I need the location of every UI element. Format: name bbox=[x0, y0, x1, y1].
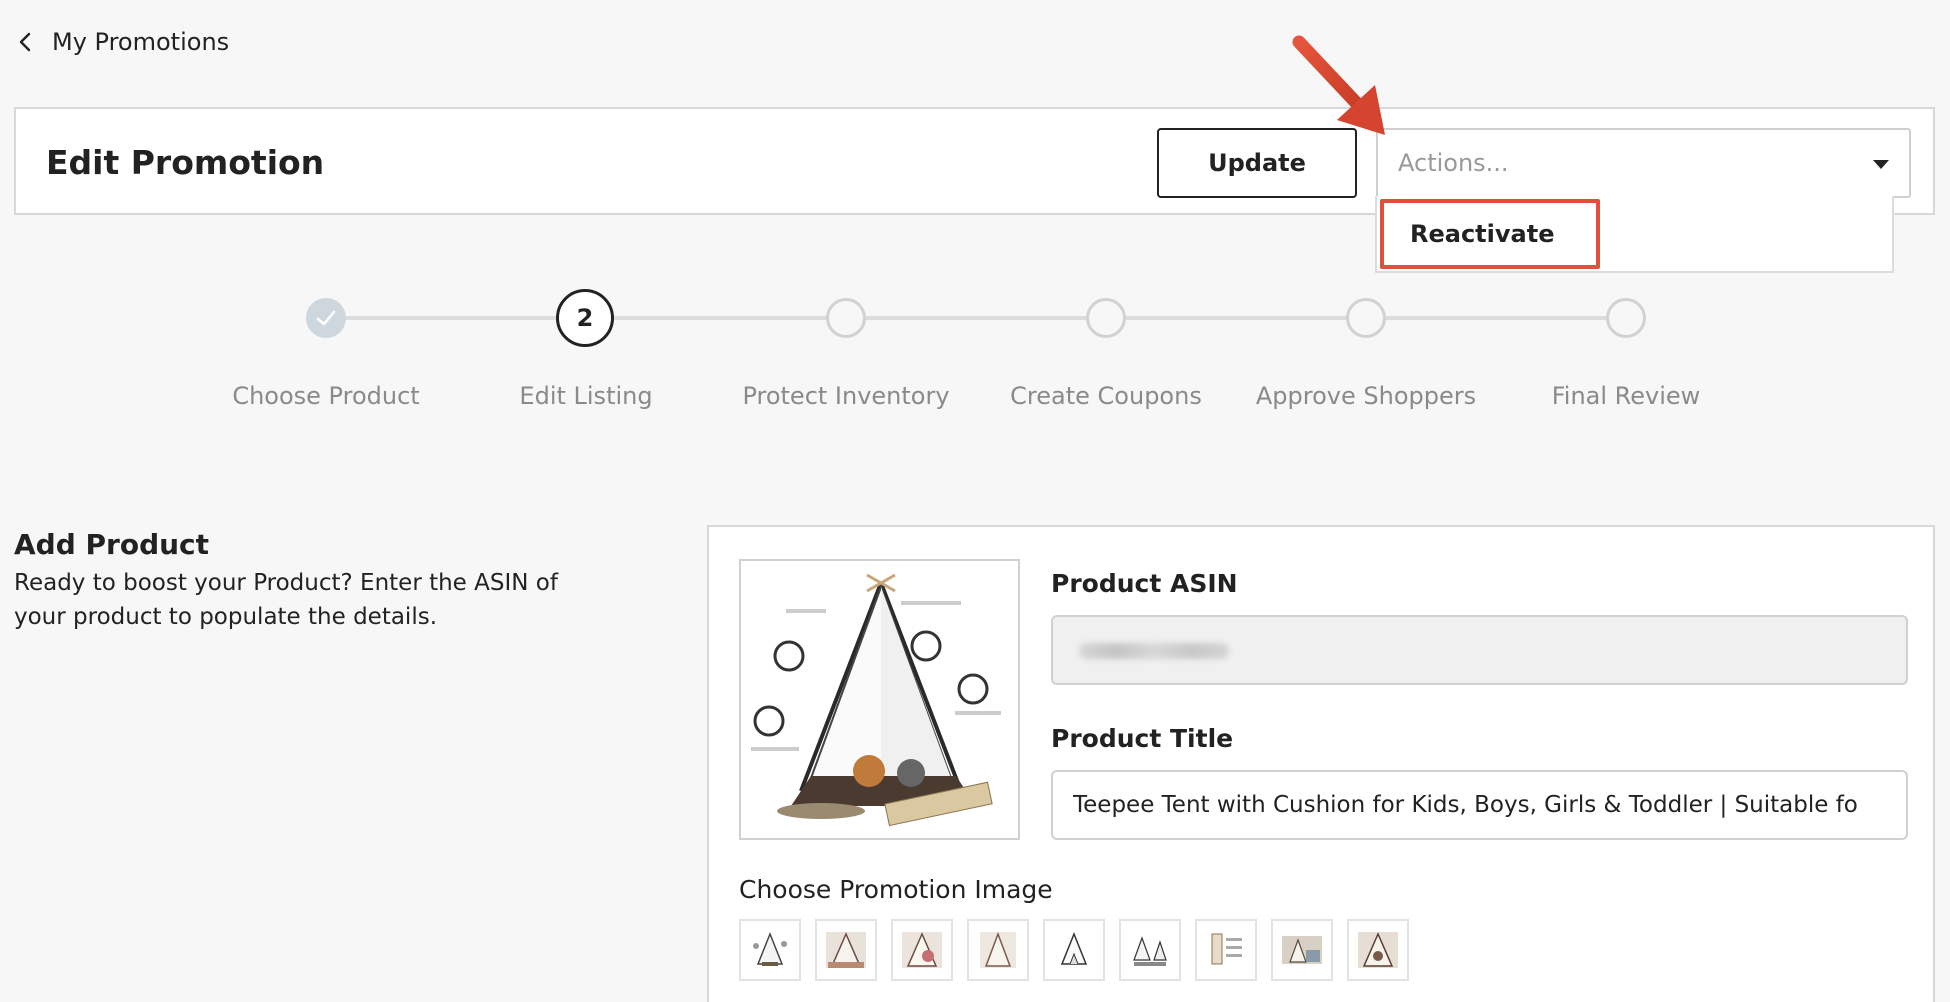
thumbnail[interactable] bbox=[815, 919, 877, 981]
menu-item-reactivate[interactable]: Reactivate bbox=[1380, 199, 1600, 269]
step-1-circle[interactable] bbox=[306, 298, 346, 338]
thumbnail[interactable] bbox=[1347, 919, 1409, 981]
step-label-edit-listing: Edit Listing bbox=[519, 382, 653, 410]
step-6-circle[interactable] bbox=[1606, 298, 1646, 338]
product-title-input[interactable] bbox=[1051, 770, 1908, 840]
thumbnail[interactable] bbox=[1271, 919, 1333, 981]
step-4-circle[interactable] bbox=[1086, 298, 1126, 338]
thumbnail[interactable] bbox=[739, 919, 801, 981]
update-button[interactable]: Update bbox=[1157, 128, 1357, 198]
actions-placeholder: Actions... bbox=[1398, 149, 1509, 177]
actions-menu: Reactivate bbox=[1375, 196, 1894, 273]
chevron-left-icon bbox=[19, 32, 31, 52]
step-3-circle[interactable] bbox=[826, 298, 866, 338]
choose-image-label: Choose Promotion Image bbox=[739, 875, 1053, 904]
thumbnail[interactable] bbox=[1195, 919, 1257, 981]
product-image bbox=[739, 559, 1020, 840]
caret-down-icon bbox=[1873, 160, 1889, 169]
step-label-choose-product: Choose Product bbox=[232, 382, 420, 410]
asin-input[interactable] bbox=[1051, 615, 1908, 685]
stepper-track bbox=[326, 316, 1626, 320]
step-label-create-coupons: Create Coupons bbox=[1010, 382, 1202, 410]
add-product-description: Ready to boost your Product? Enter the A… bbox=[14, 570, 558, 630]
thumbnail[interactable] bbox=[967, 919, 1029, 981]
asin-redacted-value bbox=[1079, 643, 1229, 659]
back-link[interactable]: My Promotions bbox=[18, 28, 229, 56]
product-panel: Product ASIN Product Title Choose Promot… bbox=[707, 525, 1935, 1002]
step-label-approve-shoppers: Approve Shoppers bbox=[1255, 382, 1477, 410]
thumbnail[interactable] bbox=[1119, 919, 1181, 981]
step-label-protect-inventory: Protect Inventory bbox=[742, 382, 950, 410]
back-link-label: My Promotions bbox=[52, 28, 230, 56]
actions-dropdown[interactable]: Actions... bbox=[1376, 128, 1911, 198]
check-icon bbox=[316, 310, 336, 326]
thumbnail[interactable] bbox=[1043, 919, 1105, 981]
step-2-circle[interactable]: 2 bbox=[556, 289, 614, 347]
step-label-final-review: Final Review bbox=[1551, 382, 1701, 410]
product-title-label: Product Title bbox=[1051, 724, 1234, 753]
page-title: Edit Promotion bbox=[46, 143, 325, 182]
promotion-image-thumbnails bbox=[739, 919, 1409, 981]
thumbnail[interactable] bbox=[891, 919, 953, 981]
step-5-circle[interactable] bbox=[1346, 298, 1386, 338]
asin-label: Product ASIN bbox=[1051, 569, 1238, 598]
add-product-title: Add Product bbox=[14, 528, 210, 561]
